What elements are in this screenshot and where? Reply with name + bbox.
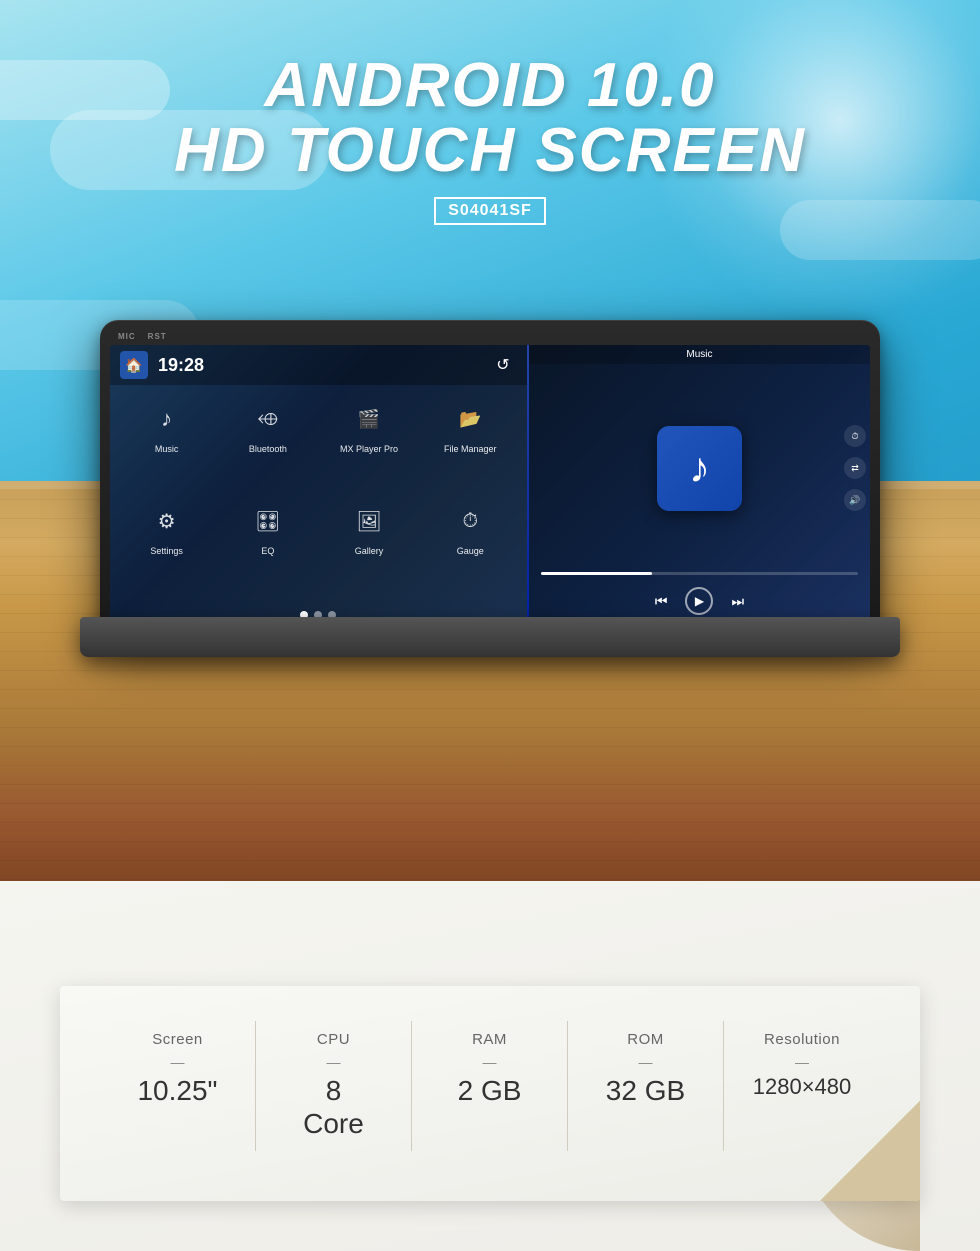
shuffle-button[interactable]: ⇄ (844, 457, 866, 479)
specs-section: Screen — 10.25" CPU — 8 Core RAM — 2 GB … (60, 986, 920, 1201)
filemanager-icon: 📂 (448, 397, 492, 441)
prev-button[interactable]: ⏮ (655, 593, 668, 610)
specs-grid: Screen — 10.25" CPU — 8 Core RAM — 2 GB … (100, 1021, 880, 1151)
app-settings-label: Settings (150, 547, 183, 557)
app-music-label: Music (155, 445, 179, 455)
title-line1: ANDROID 10.0 (0, 55, 980, 117)
screen-header: 🏠 19:28 ↺ (110, 345, 527, 385)
spec-ram-value: 2 GB (432, 1074, 547, 1108)
back-button[interactable]: ↺ (489, 351, 517, 379)
music-progress-bar[interactable] (529, 572, 870, 575)
device-top-bar: MIC RST (110, 330, 870, 345)
app-gallery-label: Gallery (355, 547, 384, 557)
side-controls: ⏱ ⇄ 🔊 (844, 425, 866, 511)
spec-rom-value: 32 GB (588, 1074, 703, 1108)
screen-right-panel: Music ♪ ⏱ ⇄ 🔊 (529, 345, 870, 625)
music-artwork: ♪ (657, 426, 742, 511)
app-gauge[interactable]: ⏱ Gauge (424, 499, 517, 593)
app-gallery[interactable]: 🖼 Gallery (322, 499, 415, 593)
spec-cpu-divider: — (276, 1054, 391, 1070)
spec-cpu-number: 8 (326, 1075, 342, 1106)
spec-ram: RAM — 2 GB (412, 1021, 568, 1151)
app-mxplayer-label: MX Player Pro (340, 445, 398, 455)
spec-ram-divider: — (432, 1054, 547, 1070)
app-eq[interactable]: 🎛 EQ (221, 499, 314, 593)
app-filemanager-label: File Manager (444, 445, 497, 455)
rst-label: RST (148, 332, 167, 341)
music-note-icon: ♪ (689, 444, 710, 492)
app-filemanager[interactable]: 📂 File Manager (424, 397, 517, 491)
app-settings[interactable]: ⚙ Settings (120, 499, 213, 593)
home-button[interactable]: 🏠 (120, 351, 148, 379)
model-badge: S04041SF (434, 197, 546, 225)
gallery-icon: 🖼 (347, 499, 391, 543)
spec-resolution-label: Resolution (744, 1031, 860, 1048)
bluetooth-icon: ⬲ (246, 397, 290, 441)
spec-resolution: Resolution — 1280×480 (724, 1021, 880, 1151)
mic-label: MIC (118, 332, 136, 341)
app-grid: ♪ Music ⬲ Bluetooth 🎬 MX Player Pro 📂 Fi… (110, 385, 527, 605)
device-stand (80, 617, 900, 657)
spec-screen: Screen — 10.25" (100, 1021, 256, 1151)
spec-screen-label: Screen (120, 1031, 235, 1048)
music-icon: ♪ (145, 397, 189, 441)
device-bezel: MIC RST 🏠 19:28 ↺ ♪ Music (100, 320, 880, 635)
screen-left-panel: 🏠 19:28 ↺ ♪ Music ⬲ Bluetooth (110, 345, 527, 625)
spec-cpu: CPU — 8 Core (256, 1021, 412, 1151)
volume-button[interactable]: 🔊 (844, 489, 866, 511)
settings-icon: ⚙ (145, 499, 189, 543)
spec-screen-divider: — (120, 1054, 235, 1070)
title-line2: HD TOUCH SCREEN (0, 117, 980, 185)
app-bluetooth[interactable]: ⬲ Bluetooth (221, 397, 314, 491)
header-section: ANDROID 10.0 HD TOUCH SCREEN S04041SF (0, 55, 980, 225)
progress-track (541, 572, 858, 575)
play-button[interactable]: ▶ (685, 587, 713, 615)
device-container: MIC RST 🏠 19:28 ↺ ♪ Music (100, 320, 880, 635)
spec-rom-divider: — (588, 1054, 703, 1070)
spec-rom: ROM — 32 GB (568, 1021, 724, 1151)
progress-fill (541, 572, 652, 575)
specs-card: Screen — 10.25" CPU — 8 Core RAM — 2 GB … (60, 986, 920, 1201)
spec-rom-label: ROM (588, 1031, 703, 1048)
device-screen: 🏠 19:28 ↺ ♪ Music ⬲ Bluetooth (110, 345, 870, 625)
gauge-icon: ⏱ (448, 499, 492, 543)
eq-icon: 🎛 (246, 499, 290, 543)
music-section-header: Music (529, 345, 870, 364)
app-eq-label: EQ (261, 547, 274, 557)
spec-cpu-label: CPU (276, 1031, 391, 1048)
spec-resolution-value: 1280×480 (744, 1074, 860, 1100)
spec-ram-label: RAM (432, 1031, 547, 1048)
app-mxplayer[interactable]: 🎬 MX Player Pro (322, 397, 415, 491)
spec-cpu-value: 8 Core (276, 1074, 391, 1141)
clock-button[interactable]: ⏱ (844, 425, 866, 447)
app-music[interactable]: ♪ Music (120, 397, 213, 491)
app-bluetooth-label: Bluetooth (249, 445, 287, 455)
music-art-area: ♪ ⏱ ⇄ 🔊 (529, 364, 870, 572)
spec-cpu-unit: Core (303, 1108, 364, 1139)
next-button[interactable]: ⏭ (731, 593, 744, 610)
time-display: 19:28 (158, 355, 204, 376)
spec-resolution-divider: — (744, 1054, 860, 1070)
spec-screen-value: 10.25" (120, 1074, 235, 1108)
app-gauge-label: Gauge (457, 547, 484, 557)
mxplayer-icon: 🎬 (347, 397, 391, 441)
